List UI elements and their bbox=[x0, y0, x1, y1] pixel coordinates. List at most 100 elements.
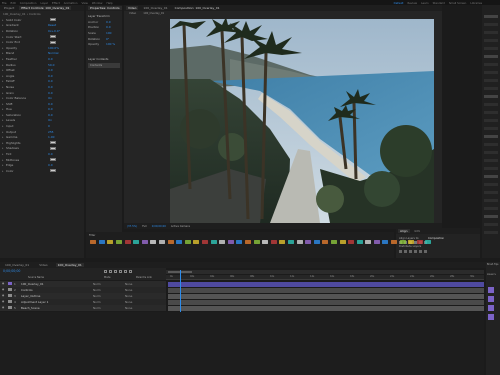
layer-name[interactable]: Controls bbox=[19, 288, 93, 292]
effect-row-value[interactable]: 0.0 bbox=[48, 74, 53, 78]
workspace-review[interactable]: Review bbox=[407, 1, 417, 5]
tool-button-icon[interactable] bbox=[244, 240, 251, 244]
right-panel-control[interactable] bbox=[484, 39, 498, 42]
distribute-left-button[interactable] bbox=[414, 250, 417, 253]
tab-effect-controls[interactable]: Effect Controls: 100_Overlay_01 bbox=[19, 6, 72, 10]
visibility-eye-icon[interactable]: ● bbox=[0, 306, 6, 309]
menu-item-help[interactable]: Help bbox=[106, 1, 112, 5]
distribute-right-button[interactable] bbox=[424, 250, 427, 253]
effect-row-value[interactable]: On bbox=[48, 96, 52, 100]
tab-info[interactable]: Info bbox=[413, 229, 423, 233]
tool-button-icon[interactable] bbox=[425, 240, 432, 244]
layer-row[interactable]: ● 4 Adjustment Layer 1 Norm None bbox=[0, 299, 166, 305]
layer-duration-bar[interactable] bbox=[168, 299, 484, 305]
right-panel-control[interactable] bbox=[484, 191, 498, 194]
timeline-tab-1[interactable]: 100_Overlay_01 bbox=[3, 263, 31, 267]
zoom-dropdown[interactable]: (37.5%) bbox=[127, 225, 137, 228]
layer-contents-row[interactable]: Contents bbox=[88, 63, 120, 68]
right-panel-control[interactable] bbox=[484, 159, 498, 162]
tool-button-icon[interactable] bbox=[262, 240, 269, 244]
brush-swatch-icon[interactable] bbox=[488, 287, 494, 293]
tab-overlay[interactable]: 100_Overlay_01 bbox=[141, 6, 169, 10]
tool-button-icon[interactable] bbox=[322, 240, 329, 244]
color-swatch[interactable] bbox=[50, 18, 56, 22]
tool-button-icon[interactable] bbox=[253, 240, 260, 244]
layer-row[interactable]: ● 5 Beach_Scene Norm None bbox=[0, 305, 166, 311]
property-row[interactable]: Opacity 100 % bbox=[88, 41, 120, 47]
effect-row-value[interactable]: 50.0 bbox=[48, 63, 54, 67]
tool-button-icon[interactable] bbox=[287, 240, 294, 244]
effect-row-value[interactable]: 0.0 bbox=[48, 68, 53, 72]
layer-duration-bar[interactable] bbox=[168, 281, 484, 287]
workspace-small-screen[interactable]: Small Screen bbox=[449, 1, 467, 5]
menu-item-effect[interactable]: Effect bbox=[52, 1, 60, 5]
distribute-bottom-button[interactable] bbox=[409, 250, 412, 253]
resolution-dropdown[interactable]: Full bbox=[142, 225, 146, 228]
tool-button-icon[interactable] bbox=[176, 240, 183, 244]
menu-item-animation[interactable]: Animation bbox=[64, 1, 78, 5]
effect-row-value[interactable]: 0.0 bbox=[48, 163, 53, 167]
property-value[interactable]: 100 bbox=[106, 31, 112, 35]
right-panel-control[interactable] bbox=[484, 183, 498, 186]
timeline-tab-2[interactable]: Video bbox=[37, 263, 49, 267]
tool-button-icon[interactable] bbox=[202, 240, 209, 244]
right-panel-control[interactable] bbox=[484, 223, 498, 226]
timeline-tab-3[interactable]: 100_Overlay_01 bbox=[55, 263, 84, 267]
menu-item-file[interactable]: File bbox=[2, 1, 7, 5]
layer-mode[interactable]: Norm bbox=[93, 282, 125, 286]
tool-button-icon[interactable] bbox=[236, 240, 243, 244]
tool-button-icon[interactable] bbox=[193, 240, 200, 244]
color-swatch[interactable] bbox=[50, 146, 56, 150]
tool-button-icon[interactable] bbox=[107, 240, 114, 244]
brush-swatch-icon[interactable] bbox=[488, 314, 494, 320]
tool-button-icon[interactable] bbox=[184, 240, 191, 244]
layer-mode[interactable]: Norm bbox=[93, 300, 125, 304]
tool-button-icon[interactable] bbox=[373, 240, 380, 244]
draft-3d-icon[interactable] bbox=[109, 270, 112, 273]
tool-button-icon[interactable] bbox=[339, 240, 346, 244]
tool-button-icon[interactable] bbox=[348, 240, 355, 244]
tool-button-icon[interactable] bbox=[116, 240, 123, 244]
workspace-default[interactable]: Default bbox=[394, 1, 404, 5]
timeline-ruler[interactable]: 0s 02s 04s 06s 08s 10s 12s 14s 16s 18s 20s 22s 24s 26… bbox=[166, 275, 484, 280]
layer-name[interactable]: Adjustment Layer 1 bbox=[19, 300, 93, 304]
right-panel-control[interactable] bbox=[484, 167, 498, 170]
distribute-hcenter-button[interactable] bbox=[419, 250, 422, 253]
right-panel-control[interactable] bbox=[484, 55, 498, 58]
layer-parent[interactable]: None bbox=[125, 288, 132, 292]
color-swatch[interactable] bbox=[50, 169, 56, 173]
menu-item-view[interactable]: View bbox=[81, 1, 87, 5]
tool-button-icon[interactable] bbox=[270, 240, 277, 244]
color-swatch[interactable] bbox=[50, 158, 56, 162]
brush-swatch-icon[interactable] bbox=[488, 296, 494, 302]
work-area-bar[interactable] bbox=[166, 270, 484, 274]
effect-row-value[interactable]: 0 bbox=[48, 124, 50, 128]
camera-dropdown[interactable]: Active Camera bbox=[171, 225, 190, 228]
effect-row-value[interactable]: 0.0 bbox=[48, 57, 53, 61]
layer-row[interactable]: ● 3 Layer_Outline Norm None bbox=[0, 293, 166, 299]
tool-button-icon[interactable] bbox=[296, 240, 303, 244]
layer-label-color[interactable] bbox=[8, 306, 12, 310]
effect-row-value[interactable]: 0.0 bbox=[48, 107, 53, 111]
layer-parent[interactable]: None bbox=[125, 306, 132, 310]
tool-button-icon[interactable] bbox=[210, 240, 217, 244]
layer-label-color[interactable] bbox=[8, 300, 12, 304]
menu-item-layer[interactable]: Layer bbox=[41, 1, 49, 5]
effect-row-value[interactable]: Reset bbox=[48, 23, 56, 27]
right-panel-control[interactable] bbox=[484, 79, 498, 82]
workspace-standard[interactable]: Standard bbox=[433, 1, 445, 5]
effect-row-value[interactable]: 0.0 bbox=[48, 85, 53, 89]
distribute-top-button[interactable] bbox=[399, 250, 402, 253]
tool-button-icon[interactable] bbox=[399, 240, 406, 244]
tab-project[interactable]: Project bbox=[2, 6, 16, 10]
layer-row[interactable]: ● 2 Controls Norm None bbox=[0, 287, 166, 293]
tool-button-icon[interactable] bbox=[305, 240, 312, 244]
layer-parent[interactable]: None bbox=[125, 300, 132, 304]
workspace-learn[interactable]: Learn bbox=[421, 1, 429, 5]
layer-name[interactable]: Layer_Outline bbox=[19, 294, 93, 298]
shy-layers-icon[interactable] bbox=[114, 270, 117, 273]
property-value[interactable]: 0.0 bbox=[106, 20, 111, 24]
right-panel-control[interactable] bbox=[484, 95, 498, 98]
layer-parent[interactable]: None bbox=[125, 282, 132, 286]
distribute-vcenter-button[interactable] bbox=[404, 250, 407, 253]
